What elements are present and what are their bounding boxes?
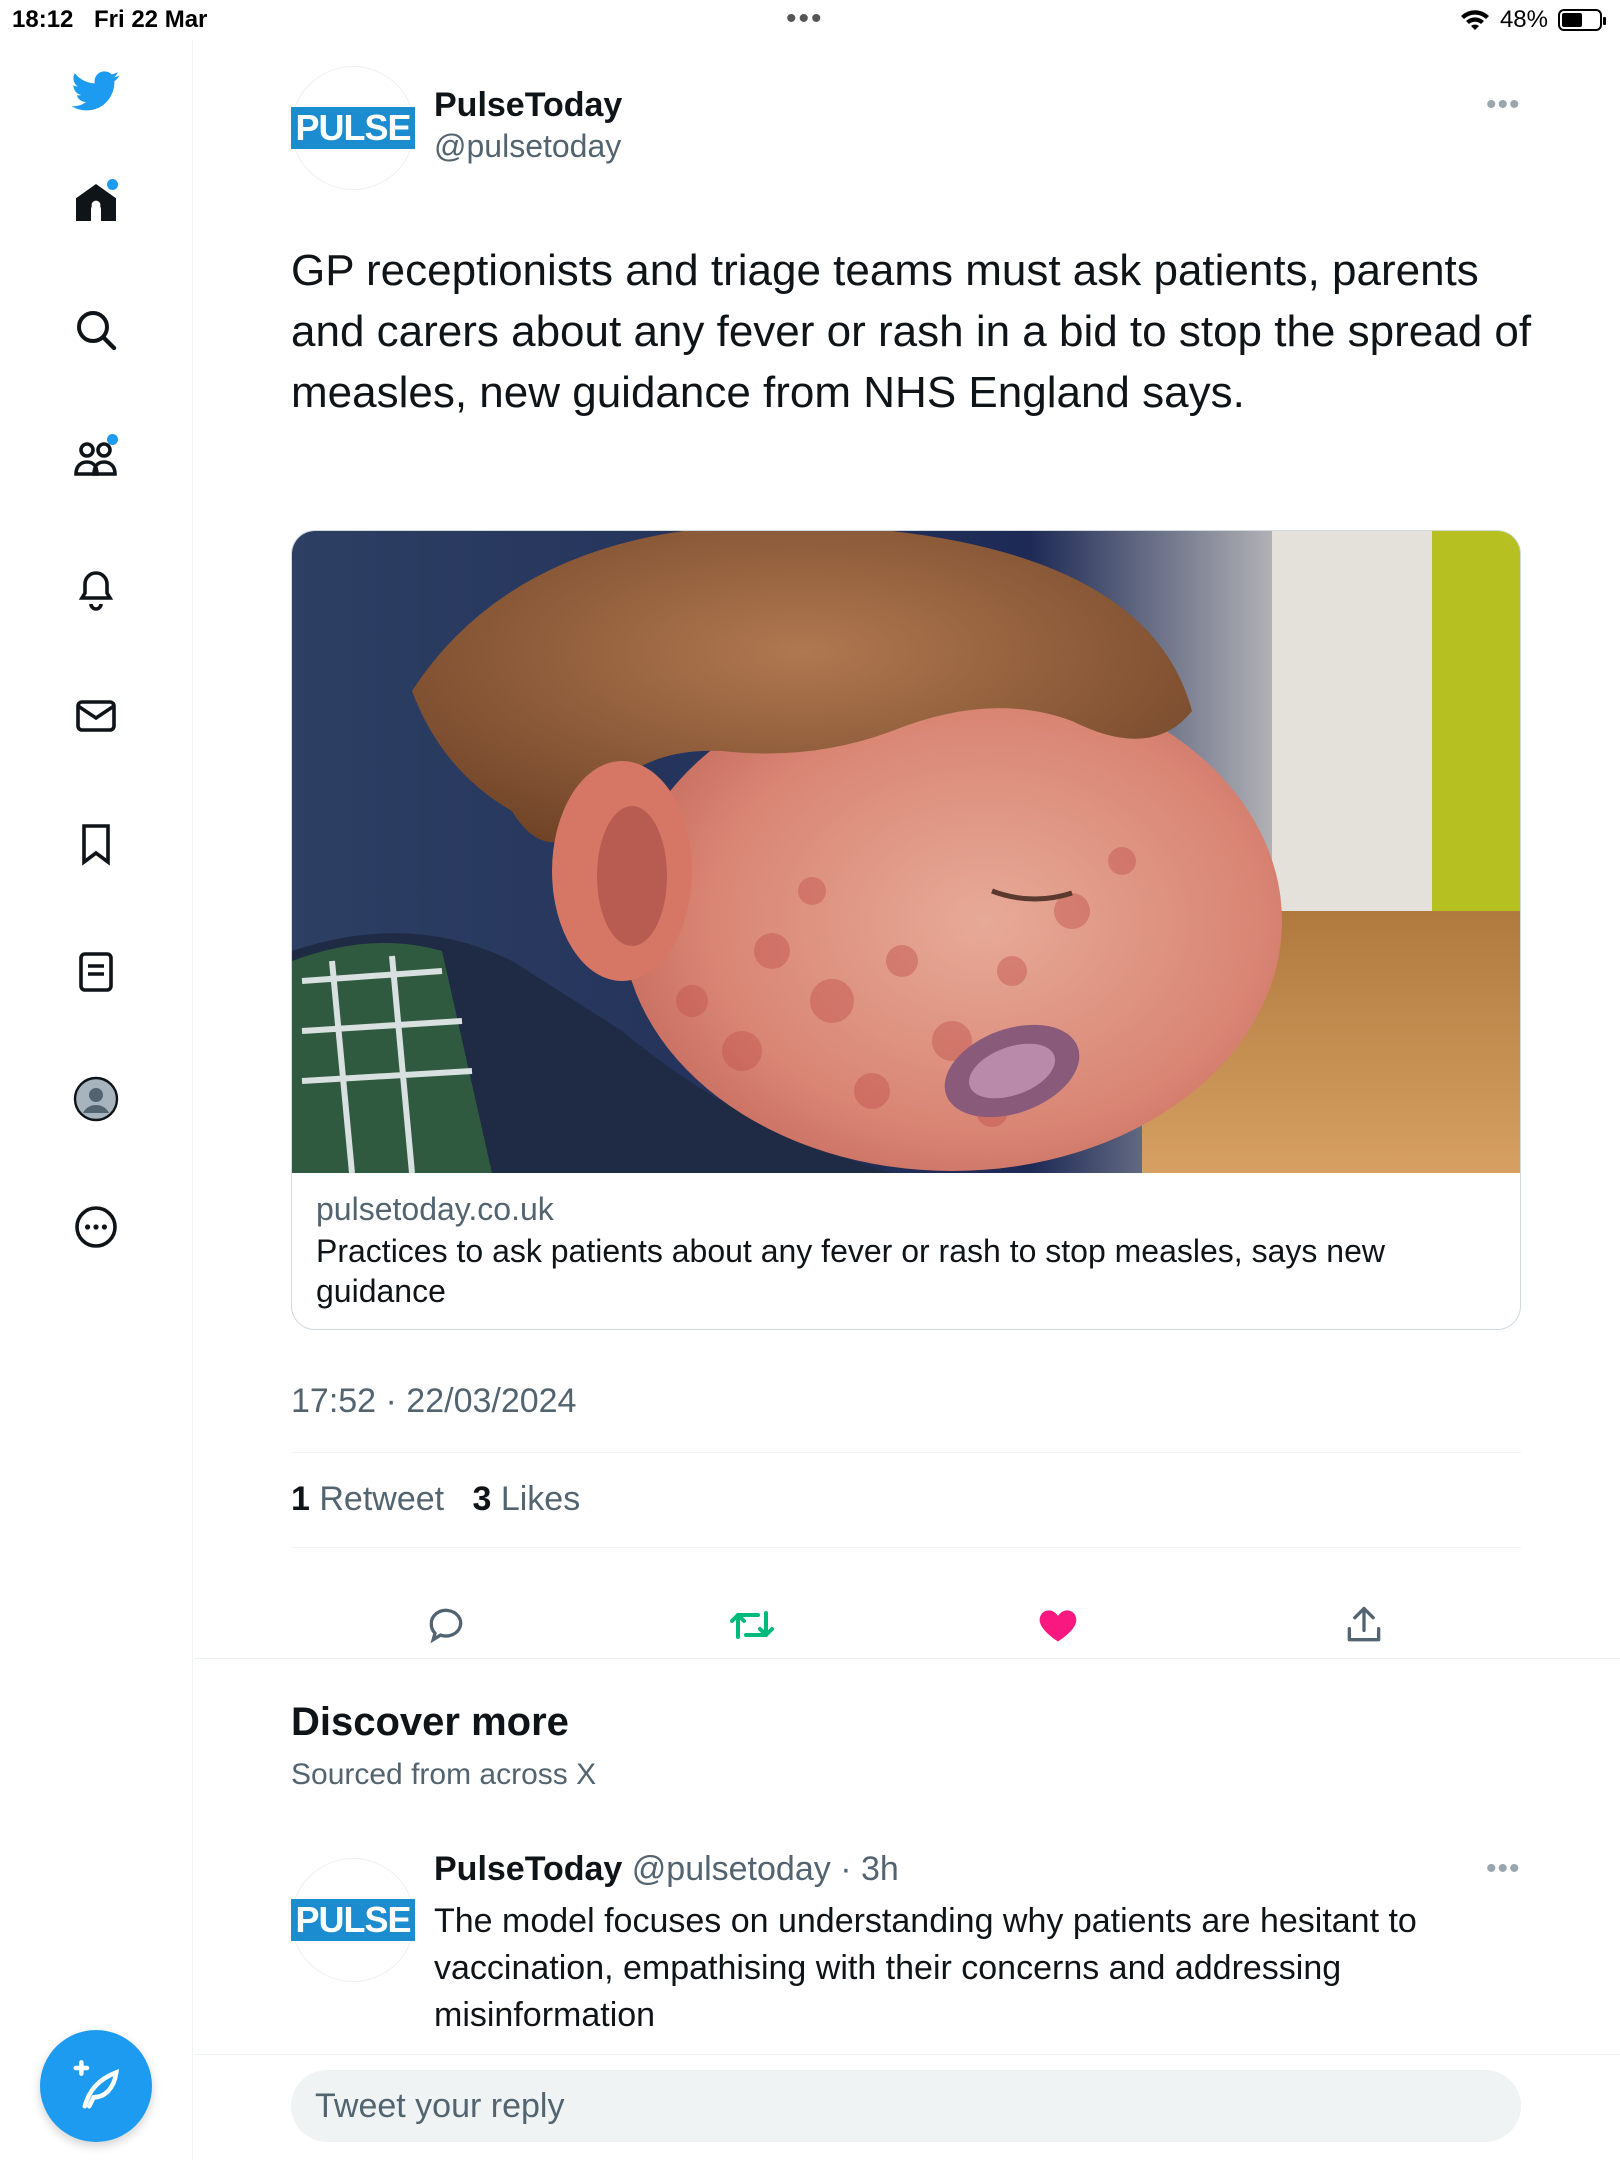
battery-icon (1558, 9, 1606, 31)
sidebar (0, 40, 193, 2160)
recommended-author-handle[interactable]: @pulsetoday (632, 1850, 831, 1888)
recommended-time[interactable]: · 3h (840, 1850, 899, 1888)
mail-icon[interactable] (68, 688, 124, 744)
author-handle[interactable]: @pulsetoday (434, 128, 621, 165)
recommended-text[interactable]: The model focuses on understanding why p… (434, 1898, 1494, 2039)
home-badge (107, 179, 118, 190)
section-divider (194, 2054, 1620, 2055)
reply-input[interactable]: Tweet your reply (291, 2070, 1521, 2142)
retweets-count[interactable]: 1 (291, 1480, 310, 1518)
card-image[interactable] (292, 531, 1521, 1173)
share-button[interactable] (1329, 1590, 1399, 1660)
retweet-icon (730, 1611, 774, 1639)
communities-badge (107, 434, 118, 445)
like-button[interactable] (1023, 1590, 1093, 1660)
card-title: Practices to ask patients about any feve… (316, 1233, 1385, 1309)
reply-icon (429, 1608, 463, 1644)
divider (291, 1452, 1521, 1453)
status-right: 48% (1460, 6, 1606, 34)
status-date: Fri 22 Mar (94, 6, 208, 33)
status-time: 18:12 (12, 6, 74, 33)
multitasking-dots[interactable]: ••• (786, 2, 824, 36)
battery-percent: 48% (1499, 6, 1548, 33)
tweet-actions (291, 1590, 1521, 1680)
twitter-bird-icon[interactable] (68, 62, 124, 118)
wifi-icon (1460, 10, 1489, 30)
discover-title: Discover more (291, 1700, 569, 1744)
compose-tweet-button[interactable] (40, 2030, 152, 2142)
author-name[interactable]: PulseToday (434, 86, 622, 125)
likes-count[interactable]: 3 (472, 1480, 491, 1518)
home-icon[interactable] (68, 175, 124, 231)
discover-subtitle: Sourced from across X (291, 1758, 597, 1791)
tweet-stats: 1 Retweet 3 Likes (291, 1480, 580, 1519)
main-column: PULSE PulseToday @pulsetoday ••• GP rece… (194, 40, 1620, 2160)
recommended-header: PulseToday @pulsetoday · 3h (434, 1850, 899, 1889)
tweet-text: GP receptionists and triage teams must a… (291, 246, 1532, 417)
heart-filled-icon (1039, 1610, 1077, 1642)
reply-button[interactable] (411, 1590, 481, 1660)
tweet-timestamp[interactable]: 17:52 · 22/03/2024 (291, 1382, 576, 1421)
bookmark-icon[interactable] (68, 816, 124, 872)
retweet-button[interactable] (717, 1590, 787, 1660)
more-circle-icon[interactable] (68, 1199, 124, 1255)
retweets-label[interactable]: Retweet (319, 1480, 444, 1518)
lists-icon[interactable] (68, 944, 124, 1000)
likes-label[interactable]: Likes (501, 1480, 580, 1518)
bell-icon[interactable] (68, 560, 124, 616)
recommended-avatar[interactable]: PULSE (291, 1858, 415, 1982)
tweet-more-icon[interactable]: ••• (1486, 88, 1521, 122)
status-bar: 18:12 Fri 22 Mar ••• 48% (0, 0, 1620, 40)
pulse-logo: PULSE (291, 1899, 415, 1941)
section-divider (194, 1658, 1620, 1659)
pulse-logo: PULSE (291, 107, 415, 149)
share-icon (1347, 1606, 1381, 1642)
link-card[interactable]: pulsetoday.co.uk Practices to ask patien… (291, 530, 1521, 1330)
card-domain: pulsetoday.co.uk (316, 1191, 554, 1227)
recommended-author-name[interactable]: PulseToday (434, 1850, 622, 1888)
compose-feather-icon (73, 2060, 120, 2109)
profile-icon[interactable] (68, 1071, 124, 1127)
communities-icon[interactable] (68, 430, 124, 486)
divider (291, 1547, 1521, 1548)
recommended-more-icon[interactable]: ••• (1486, 1852, 1521, 1886)
author-avatar[interactable]: PULSE (291, 66, 415, 190)
search-icon[interactable] (68, 302, 124, 358)
